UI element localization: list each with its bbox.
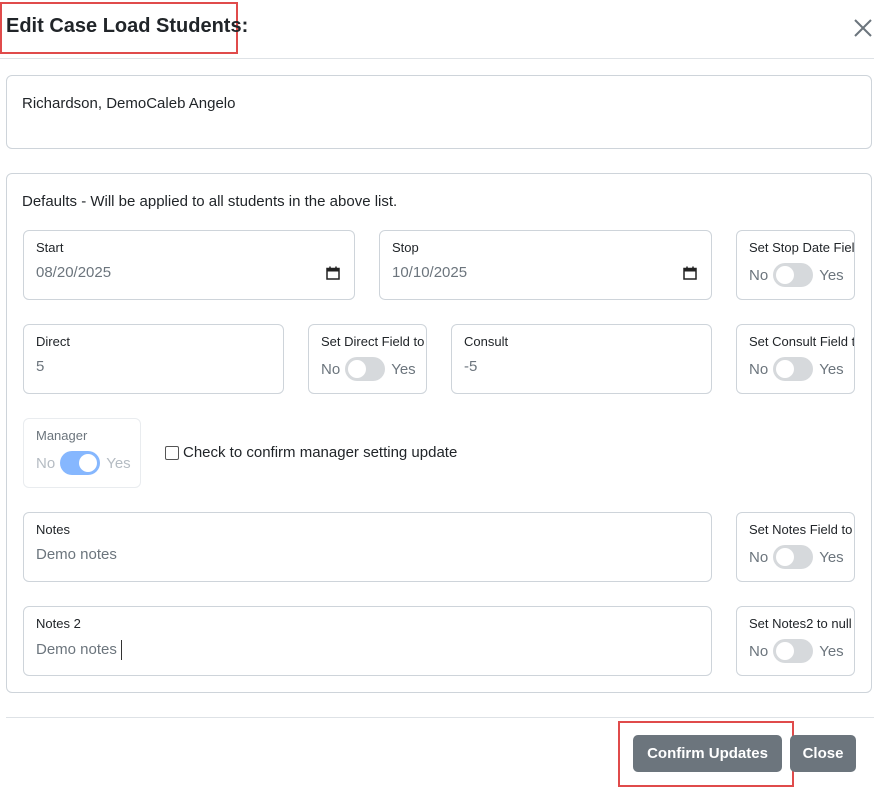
consult-value: -5 xyxy=(464,358,478,375)
modal-title: Edit Case Load Students: xyxy=(6,15,249,37)
manager-switch-box: Manager No Yes xyxy=(23,418,141,488)
notes-null-label: Set Notes Field to null xyxy=(749,522,854,537)
toggle-knob xyxy=(79,454,98,472)
yes-label: Yes xyxy=(819,642,844,660)
notes-value: Demo notes xyxy=(36,546,117,563)
direct-null-switch-box: Set Direct Field to null No Yes xyxy=(308,324,427,394)
toggle-knob xyxy=(776,548,795,566)
header-divider xyxy=(0,58,874,59)
notes2-null-label: Set Notes2 to null xyxy=(749,616,852,631)
start-label: Start xyxy=(36,240,64,255)
direct-value: 5 xyxy=(36,358,45,375)
notes2-label: Notes 2 xyxy=(36,616,81,631)
no-label: No xyxy=(749,548,769,566)
direct-label: Direct xyxy=(36,334,70,349)
students-list: Richardson, DemoCaleb Angelo xyxy=(22,95,236,112)
no-label: No xyxy=(749,266,769,284)
yes-label: Yes xyxy=(819,360,844,378)
consult-null-toggle[interactable] xyxy=(773,357,814,381)
consult-label: Consult xyxy=(464,334,509,349)
toggle-knob xyxy=(776,266,795,284)
consult-null-switch-box: Set Consult Field to null No Yes xyxy=(736,324,855,394)
notes-label: Notes xyxy=(36,522,70,537)
yes-label: Yes xyxy=(819,548,844,566)
yes-label: Yes xyxy=(391,360,416,378)
manager-confirm-row[interactable]: Check to confirm manager setting update xyxy=(165,444,457,461)
consult-field[interactable]: Consult -5 xyxy=(451,324,712,394)
notes-field[interactable]: Notes Demo notes xyxy=(23,512,712,582)
calendar-icon[interactable] xyxy=(326,266,340,280)
no-label: No xyxy=(749,360,769,378)
consult-null-label: Set Consult Field to null xyxy=(749,334,855,349)
footer-divider xyxy=(6,717,874,718)
direct-field[interactable]: Direct 5 xyxy=(23,324,284,394)
stop-value: 10/10/2025 xyxy=(392,264,468,281)
yes-label: Yes xyxy=(819,266,844,284)
notes2-null-switch-box: Set Notes2 to null No Yes xyxy=(736,606,855,676)
notes2-value: Demo notes xyxy=(36,640,117,658)
toggle-knob xyxy=(776,642,795,660)
no-label: No xyxy=(321,360,341,378)
manager-label: Manager xyxy=(36,428,88,443)
notes-null-switch-box: Set Notes Field to null No Yes xyxy=(736,512,855,582)
text-caret xyxy=(120,640,122,660)
stop-date-field[interactable]: Stop 10/10/2025 xyxy=(379,230,712,300)
manager-confirm-checkbox[interactable] xyxy=(165,445,179,460)
toggle-knob xyxy=(348,360,367,378)
close-icon[interactable] xyxy=(848,13,874,43)
notes2-null-toggle[interactable] xyxy=(773,639,814,663)
direct-null-label: Set Direct Field to null xyxy=(321,334,426,349)
calendar-icon[interactable] xyxy=(683,266,697,280)
yes-label: Yes xyxy=(106,454,131,472)
stop-null-label: Set Stop Date Field to null xyxy=(749,240,855,255)
no-label: No xyxy=(36,454,56,472)
notes-null-toggle[interactable] xyxy=(773,545,814,569)
notes2-field[interactable]: Notes 2 Demo notes xyxy=(23,606,712,676)
close-button[interactable]: Close xyxy=(790,735,856,772)
stop-null-toggle[interactable] xyxy=(773,263,814,287)
notes2-value-wrap: Demo notes xyxy=(36,640,122,660)
stop-null-switch-box: Set Stop Date Field to null No Yes xyxy=(736,230,855,300)
start-date-field[interactable]: Start 08/20/2025 xyxy=(23,230,355,300)
stop-label: Stop xyxy=(392,240,419,255)
start-value: 08/20/2025 xyxy=(36,264,112,281)
confirm-updates-button[interactable]: Confirm Updates xyxy=(633,735,782,772)
direct-null-toggle[interactable] xyxy=(345,357,386,381)
defaults-caption: Defaults - Will be applied to all studen… xyxy=(22,193,398,210)
no-label: No xyxy=(749,642,769,660)
manager-toggle xyxy=(60,451,101,475)
toggle-knob xyxy=(776,360,795,378)
manager-confirm-label: Check to confirm manager setting update xyxy=(183,444,458,461)
students-list-box xyxy=(6,75,872,149)
